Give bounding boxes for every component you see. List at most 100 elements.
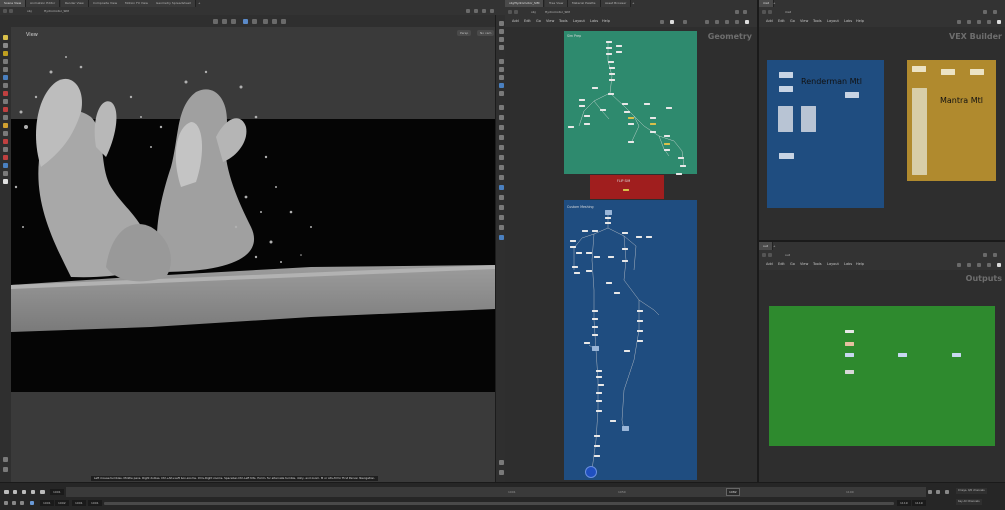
node[interactable] [845, 92, 859, 98]
menu-help[interactable]: Help [602, 19, 610, 23]
out-menu-add[interactable]: Add [766, 262, 773, 266]
grid-icon[interactable] [222, 18, 227, 24]
node[interactable] [606, 41, 612, 44]
maximize-icon[interactable] [490, 8, 494, 13]
tab-network-hydromotor[interactable]: obj/Hydromotor_SIM [505, 0, 545, 7]
magnet-tool-icon[interactable] [3, 123, 8, 128]
jump-end-icon[interactable] [40, 490, 45, 494]
node[interactable] [586, 252, 592, 255]
vex-menu-view[interactable]: View [800, 19, 808, 23]
node[interactable] [664, 149, 670, 152]
node[interactable] [596, 376, 602, 379]
node[interactable] [609, 79, 615, 82]
play-icon[interactable] [31, 490, 35, 494]
network-canvas[interactable]: Geometry Sim Prep FLIP SIM Custom Meshin… [505, 27, 757, 482]
tab-material-palette[interactable]: Material Palette [568, 0, 601, 7]
node[interactable] [664, 135, 670, 138]
display-opt-18-icon[interactable] [498, 185, 504, 190]
node[interactable] [801, 106, 816, 132]
node[interactable] [845, 353, 854, 357]
box-renderman-mtl[interactable]: Renderman Mtl [767, 60, 884, 208]
menu-layout[interactable]: Layout [573, 19, 585, 23]
range-start-field[interactable]: 1001 [40, 500, 54, 506]
node[interactable] [912, 88, 927, 175]
node[interactable] [568, 126, 574, 129]
out-settings-icon[interactable] [993, 252, 997, 257]
node[interactable] [592, 87, 598, 90]
display-opt-2-icon[interactable] [498, 29, 504, 34]
key-toggle-icon[interactable] [936, 490, 940, 494]
node[interactable] [676, 173, 682, 176]
display-opt-19-icon[interactable] [498, 195, 504, 200]
out-menu-layout[interactable]: Layout [827, 262, 839, 266]
node[interactable] [584, 115, 590, 118]
vex-path[interactable]: mat [785, 9, 791, 15]
rotate-tool-icon[interactable] [3, 51, 8, 56]
tab-scene-view[interactable]: Scene View [0, 0, 27, 7]
node[interactable] [637, 330, 643, 333]
node[interactable] [596, 370, 602, 373]
network-back-icon[interactable] [508, 9, 512, 14]
menu-go[interactable]: Go [536, 19, 541, 23]
network-tool-7-icon[interactable] [735, 19, 739, 24]
points-mode-icon[interactable] [263, 18, 268, 24]
out-tool-2-icon[interactable] [967, 262, 971, 267]
display-opt-21-icon[interactable] [498, 215, 504, 220]
add-network-tab-icon[interactable]: + [632, 0, 635, 6]
vex-menu-layout[interactable]: Layout [827, 19, 839, 23]
network-tool-8-icon[interactable] [745, 19, 749, 24]
node[interactable] [779, 153, 794, 159]
node[interactable] [637, 320, 643, 323]
display-opt-4-icon[interactable] [498, 45, 504, 50]
pose-tool-icon[interactable] [3, 75, 8, 80]
loop-icon[interactable] [20, 501, 24, 505]
display-opt-25-icon[interactable] [498, 470, 504, 475]
node[interactable] [941, 69, 955, 75]
vex-tool-5-icon[interactable] [997, 19, 1001, 24]
display-opt-8-icon[interactable] [498, 83, 504, 88]
menu-edit[interactable]: Edit [524, 19, 531, 23]
out-menu-edit[interactable]: Edit [778, 262, 785, 266]
out-tool-5-icon[interactable] [997, 262, 1001, 267]
node[interactable] [637, 340, 643, 343]
node[interactable] [628, 117, 634, 120]
path-node[interactable]: Hydromotor_SIM [44, 8, 69, 14]
object-mode-icon[interactable] [252, 18, 257, 24]
tab-animation-editor[interactable]: Animation Editor [26, 0, 61, 7]
settings-icon[interactable] [482, 8, 486, 13]
out-tool-4-icon[interactable] [987, 262, 991, 267]
node[interactable] [622, 248, 628, 251]
tab-motion-fx-view[interactable]: Motion FX View [121, 0, 153, 7]
node[interactable] [616, 51, 622, 54]
vex-tool-4-icon[interactable] [987, 19, 991, 24]
snap-icon[interactable] [213, 18, 218, 24]
audio-icon[interactable] [12, 501, 16, 505]
current-frame-marker[interactable]: 1082 [726, 488, 740, 496]
node[interactable] [608, 256, 614, 259]
network-tool-5-icon[interactable] [715, 19, 719, 24]
node[interactable] [614, 292, 620, 295]
network-pin-icon[interactable] [735, 9, 739, 14]
node[interactable] [624, 111, 630, 114]
out-menu-view[interactable]: View [800, 262, 808, 266]
vex-menu-go[interactable]: Go [790, 19, 795, 23]
display-opt-23-icon[interactable] [498, 235, 504, 240]
node[interactable] [898, 353, 907, 357]
edges-mode-icon[interactable] [272, 18, 277, 24]
node[interactable] [622, 260, 628, 263]
vex-back-icon[interactable] [762, 9, 766, 14]
out-menu-tools[interactable]: Tools [813, 262, 822, 266]
vex-menu-add[interactable]: Add [766, 19, 773, 23]
node[interactable] [605, 222, 611, 225]
step-back-icon[interactable] [13, 490, 17, 494]
node[interactable] [628, 123, 634, 126]
node[interactable] [598, 384, 604, 387]
lights-toggle-icon[interactable] [3, 179, 8, 184]
node[interactable] [779, 86, 793, 92]
node[interactable] [608, 61, 614, 64]
stop-icon[interactable] [22, 490, 26, 494]
node[interactable] [594, 455, 600, 458]
node[interactable] [779, 72, 793, 78]
network-path-obj[interactable]: obj [531, 9, 536, 15]
node[interactable] [778, 106, 793, 132]
